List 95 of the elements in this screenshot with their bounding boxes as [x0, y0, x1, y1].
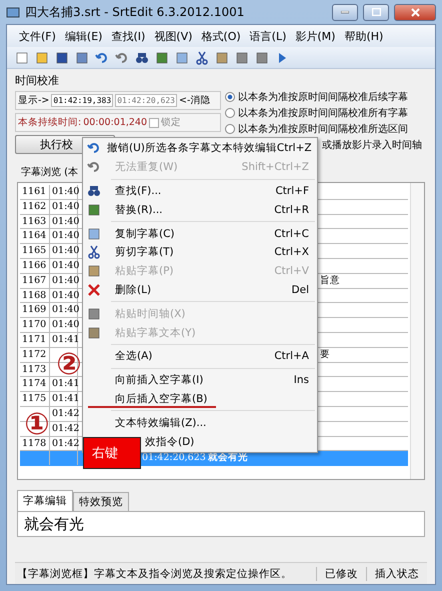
subtitle-field[interactable]: 就会有光 — [17, 511, 425, 537]
duration-value: 00:00:01,240 — [83, 117, 148, 128]
table-cell: 1170 — [22, 319, 46, 330]
table-cell: 1171 — [22, 334, 46, 345]
table-cell: 1178 — [22, 438, 46, 449]
menu-item[interactable]: 视图(V) — [154, 28, 192, 44]
minimize-icon — [341, 10, 349, 14]
annotation-number: ① — [24, 410, 51, 440]
table-cell: 01:40 — [52, 319, 80, 330]
table-cell: 1173 — [22, 364, 46, 375]
maximize-icon — [372, 8, 380, 16]
close-button[interactable] — [394, 4, 436, 20]
status-message: 【字幕浏览框】字幕文本及指令浏览及搜索定位操作区。 — [17, 566, 293, 580]
menu-item[interactable]: 文件(F) — [19, 28, 56, 44]
scrollbar[interactable] — [410, 183, 424, 479]
table-cell: 要 — [320, 348, 330, 360]
table-cell: 1161 — [22, 186, 46, 197]
table-cell: 1175 — [22, 393, 46, 404]
table-cell: 01:40 — [52, 245, 80, 256]
menu-item[interactable]: 替换(R)... Ctrl+R — [83, 200, 317, 220]
table-cell: 1169 — [22, 304, 46, 316]
menu-item[interactable]: 语言(L) — [250, 28, 286, 44]
show-label: 显示-> — [18, 94, 50, 107]
table-cell: 1174 — [22, 378, 46, 390]
table-cell: 01:41 — [52, 393, 80, 404]
table-cell: 1164 — [22, 230, 46, 242]
binoculars-icon[interactable] — [135, 50, 149, 64]
table-cell: 1165 — [22, 245, 46, 256]
table-cell: 01:41 — [52, 378, 80, 390]
lock-checkbox[interactable] — [149, 118, 160, 128]
scissors-icon[interactable] — [87, 245, 101, 260]
menu-item[interactable]: 查找(F)... Ctrl+F — [83, 182, 317, 200]
radio-label: 以本条为准按原时间间隔校准所有字幕 — [238, 106, 408, 120]
undo-icon[interactable] — [87, 141, 101, 156]
table-cell: 01:42 — [52, 422, 80, 434]
table-cell: 01:42:20,623 — [142, 452, 206, 464]
close-icon — [410, 8, 420, 16]
modified-status: 已修改 — [316, 566, 366, 580]
table-cell: 1167 — [22, 274, 46, 286]
table-cell: 1163 — [22, 216, 46, 227]
table-cell: 1162 — [22, 200, 46, 212]
radio-label: 以本条为准按原时间间隔校准后续字幕 — [238, 90, 408, 104]
table-cell: 01:40 — [52, 290, 80, 301]
table-cell: 1166 — [22, 260, 46, 271]
hide-label: <-消隐 — [178, 94, 210, 107]
menu-item[interactable]: 编辑(E) — [64, 28, 102, 44]
callout-tooltip: 右键 — [83, 437, 141, 469]
window-title: 四大名捕3.srt - SrtEdit 6.3.2012.1001 — [25, 4, 246, 20]
menu-item[interactable]: 格式(O) — [201, 28, 241, 44]
radio-button[interactable] — [225, 108, 235, 118]
delete-icon[interactable] — [87, 282, 101, 297]
maximize-button[interactable] — [363, 4, 389, 20]
table-cell: 旨意 — [320, 274, 340, 286]
menu-item[interactable]: 影片(M) — [295, 28, 336, 44]
start-time-field[interactable]: 01:42:19,383 — [51, 94, 114, 107]
menu-item[interactable]: 复制字幕(C) Ctrl+C — [83, 224, 317, 243]
table-cell: 01:42 — [52, 408, 80, 419]
radio-button[interactable] — [225, 92, 235, 102]
menu-item[interactable]: 全选(A) Ctrl+A — [83, 346, 317, 366]
table-cell: 01:41 — [52, 334, 80, 345]
radio-button[interactable] — [225, 124, 235, 134]
table-cell: 01:40 — [52, 200, 80, 212]
menu-item[interactable]: 向后插入空字幕(B) — [83, 390, 317, 408]
table-cell: 01:40 — [52, 230, 80, 242]
redo-icon[interactable] — [115, 50, 129, 64]
table-cell: 01:40 — [52, 274, 80, 286]
mode-status: 插入状态 — [366, 566, 427, 580]
table-cell: 01:40 — [52, 260, 80, 271]
table-cell: 1168 — [22, 290, 46, 301]
minimize-button[interactable] — [332, 4, 358, 20]
table-cell: 1172 — [22, 348, 46, 360]
duration-label: 本条持续时间: — [18, 116, 82, 129]
hint-text: 或播放影片录入时间轴 — [322, 138, 422, 152]
table-cell: 01:42 — [52, 438, 80, 449]
end-time-field[interactable]: 01:42:20,623 — [115, 94, 177, 107]
lock-label: 锁定 — [161, 116, 182, 129]
scissors-icon[interactable] — [195, 50, 209, 64]
menu-item[interactable]: 剪切字幕(T) Ctrl+X — [83, 242, 317, 262]
table-cell: 01:40 — [52, 186, 80, 197]
menu-item[interactable]: 查找(I) — [111, 28, 146, 44]
table-cell: 01:40 — [52, 216, 80, 227]
tab[interactable]: 字幕编辑 — [17, 490, 73, 511]
undo-icon[interactable] — [95, 50, 109, 64]
menu-item[interactable]: 删除(L) Del — [83, 280, 317, 300]
app-icon — [6, 5, 20, 19]
tab[interactable]: 特效预览 — [73, 492, 129, 511]
menu-item[interactable]: 向前插入空字幕(I) Ins — [83, 370, 317, 390]
group-title: 时间校准 — [15, 73, 59, 88]
menu-item[interactable]: 帮助(H) — [344, 28, 384, 44]
radio-label: 以本条为准按原时间间隔校准所选区间 — [238, 122, 408, 136]
section-title: 字幕浏览 (本 — [21, 166, 78, 179]
table-cell: 01:40 — [52, 304, 80, 316]
menu-item[interactable]: 文本特效编辑(Z)... — [83, 413, 317, 432]
annotation-number: ② — [56, 350, 83, 380]
binoculars-icon[interactable] — [87, 184, 101, 198]
